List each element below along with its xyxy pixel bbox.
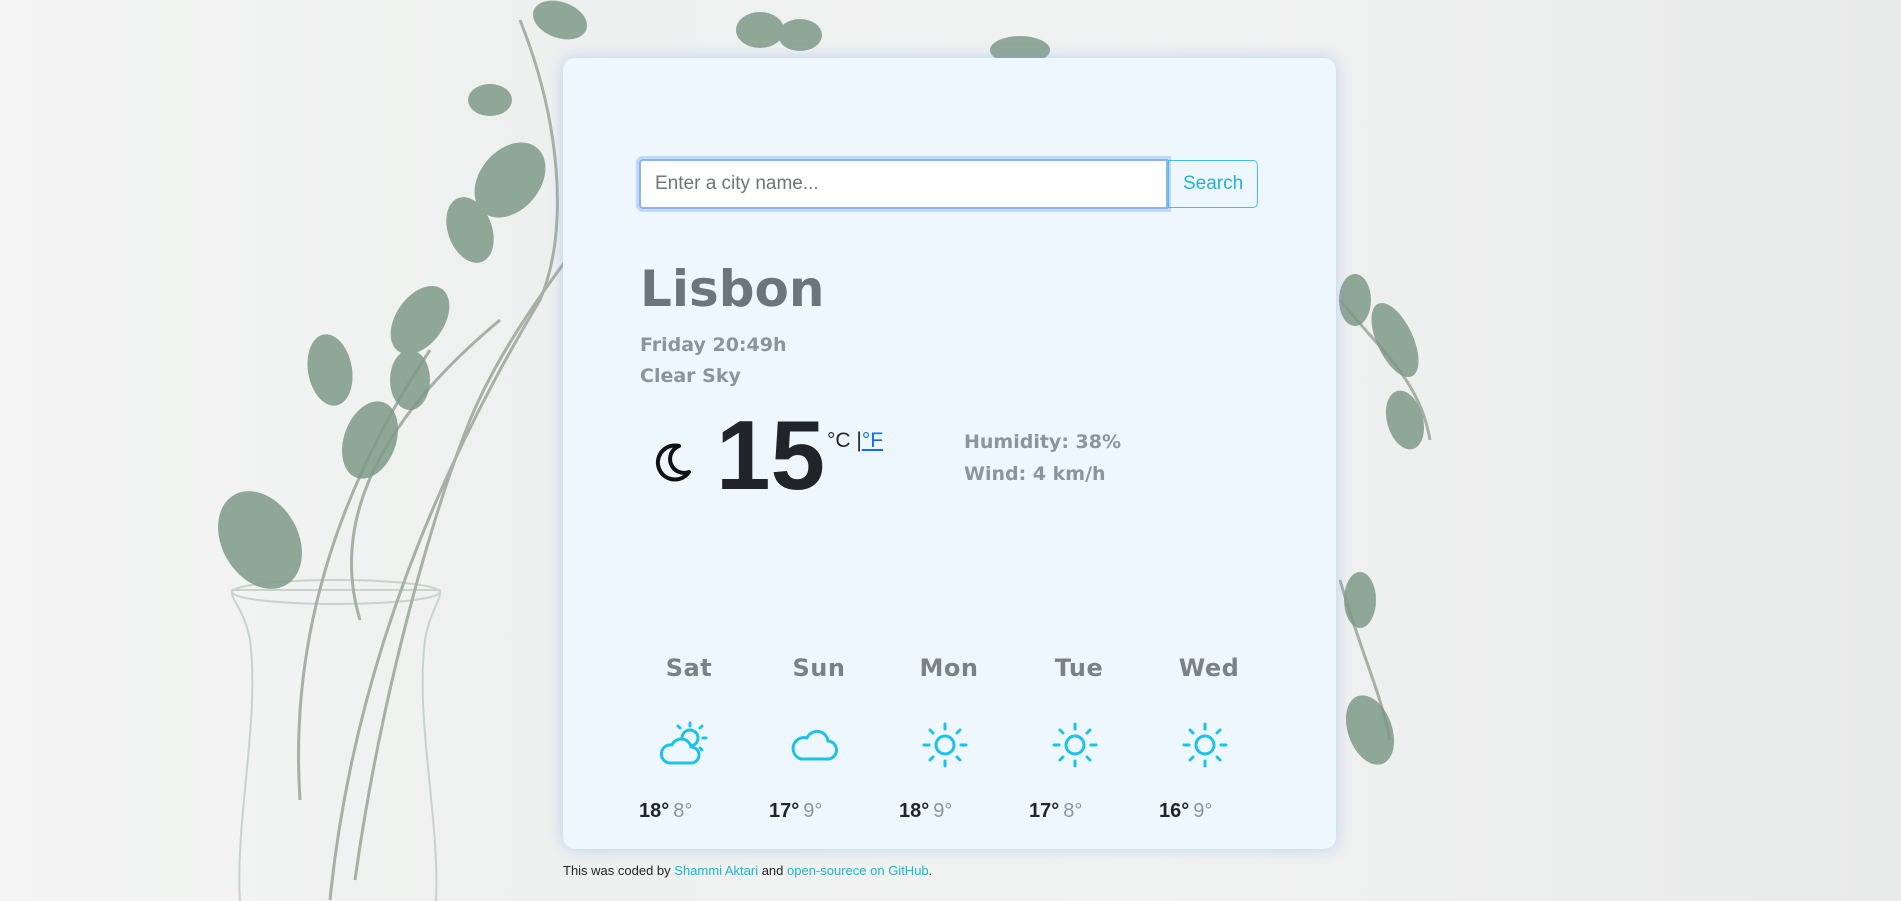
forecast-max: 17° [769, 800, 800, 822]
footer: This was coded by Shammi Aktari and open… [563, 863, 932, 878]
sun-icon [922, 722, 968, 768]
forecast-day: Tue 17° 8° [1029, 594, 1159, 834]
forecast-min: 9° [933, 800, 953, 822]
footer-text: This was coded by [563, 863, 675, 878]
partly-cloudy-icon [659, 721, 708, 765]
cloud-icon [791, 729, 838, 761]
search-button[interactable]: Search [1168, 160, 1259, 208]
current-datetime: Friday 20:49h [640, 334, 787, 356]
current-temperature: 15 [716, 400, 826, 510]
forecast-min: 8° [1063, 800, 1083, 822]
forecast-day-name: Sun [792, 654, 846, 682]
footer-text: . [928, 863, 933, 878]
wind: Wind: 4 km/h [964, 463, 1106, 485]
forecast-max: 16° [1159, 800, 1190, 822]
fahrenheit-link[interactable]: °F [862, 429, 883, 452]
forecast-max: 18° [639, 800, 670, 822]
forecast-day: Sun 17° 9° [769, 594, 899, 834]
footer-text: and [758, 863, 788, 878]
forecast-max: 18° [899, 800, 930, 822]
search-form: Search [639, 159, 1259, 209]
forecast-temps: 17° 9° [769, 800, 822, 823]
forecast-day: Sat 18° 8° [639, 594, 769, 834]
forecast-temps: 18° 9° [899, 800, 952, 823]
forecast-max: 17° [1029, 800, 1060, 822]
forecast-temps: 18° 8° [639, 800, 692, 823]
forecast-day-name: Mon [919, 654, 979, 682]
humidity: Humidity: 38% [964, 431, 1122, 453]
forecast-day-name: Sat [665, 654, 713, 682]
sun-icon [1052, 722, 1098, 768]
forecast-day-name: Wed [1178, 654, 1240, 682]
moon-icon [655, 443, 691, 482]
author-link[interactable]: Shammi Aktari [674, 863, 758, 878]
forecast-temps: 17° 8° [1029, 800, 1082, 823]
weather-details: Humidity: 38% Wind: 4 km/h [964, 426, 1121, 490]
forecast-temps: 16° 9° [1159, 800, 1212, 823]
forecast: Sat 18° 8° Sun 17° 9° Mon 18° 9° Tue 17°… [639, 594, 1289, 834]
city-name: Lisbon [640, 260, 825, 318]
celsius-unit: °C [827, 429, 851, 452]
unit-switcher: °C |°F [827, 429, 883, 453]
forecast-day: Mon 18° 9° [899, 594, 1029, 834]
forecast-min: 9° [803, 800, 823, 822]
github-repo-link[interactable]: open-sourece on GitHub [787, 863, 929, 878]
forecast-day: Wed 16° 9° [1159, 594, 1289, 834]
forecast-day-name: Tue [1054, 654, 1104, 682]
weather-card: Search Lisbon Friday 20:49h Clear Sky 15… [563, 58, 1336, 849]
sun-icon [1182, 722, 1228, 768]
forecast-min: 9° [1193, 800, 1213, 822]
city-search-input[interactable] [639, 159, 1168, 209]
forecast-min: 8° [673, 800, 693, 822]
weather-description: Clear Sky [640, 365, 741, 387]
